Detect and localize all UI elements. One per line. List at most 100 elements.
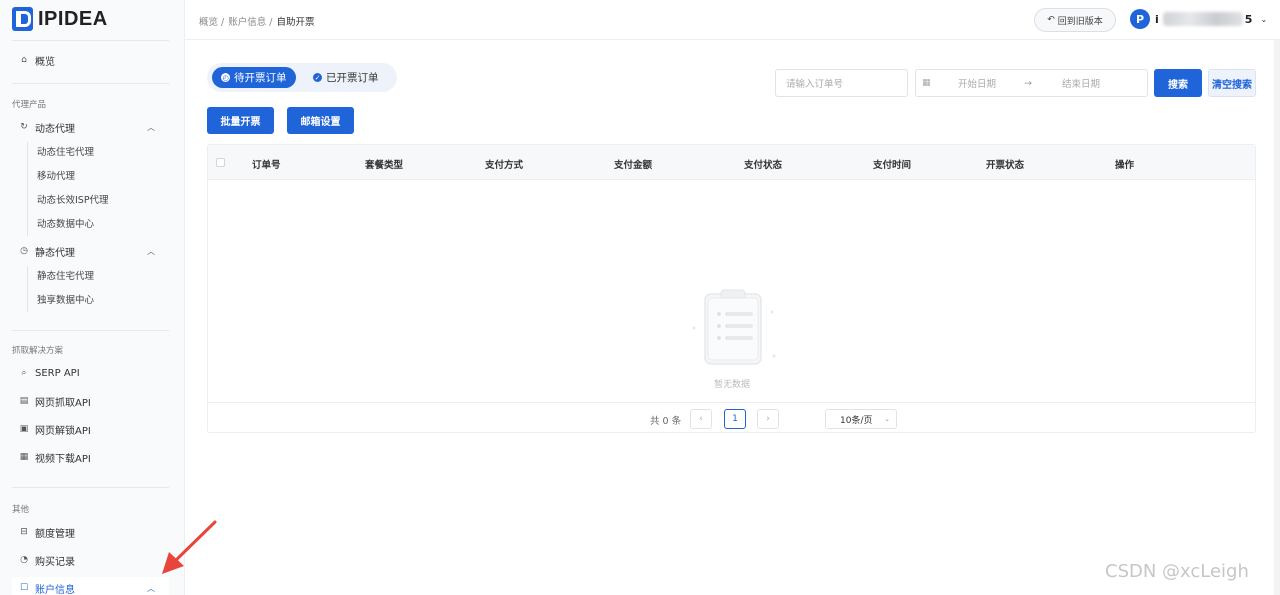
sidebar-item-label: 静态代理 bbox=[35, 247, 75, 259]
order-number-input[interactable]: 请输入订单号 bbox=[775, 69, 908, 97]
sidebar-subitem-dynamic-residential[interactable]: 动态住宅代理 bbox=[37, 144, 94, 162]
tab-label: 待开票订单 bbox=[234, 72, 287, 84]
refresh-icon: ↻ bbox=[20, 122, 28, 132]
sidebar-item-label: 概览 bbox=[35, 56, 55, 68]
sidebar-item-web-scraper-api[interactable]: ▤ 网页抓取API bbox=[12, 390, 169, 412]
order-number-placeholder: 请输入订单号 bbox=[786, 79, 844, 90]
sidebar-item-label: 购买记录 bbox=[35, 556, 75, 568]
check-icon: ✓ bbox=[313, 73, 322, 82]
sidebar-subitem-exclusive-datacenter[interactable]: 独享数据中心 bbox=[37, 292, 94, 310]
prev-page-button[interactable]: ‹ bbox=[690, 409, 712, 429]
chevron-up-icon: ︿ bbox=[147, 583, 155, 593]
total-count: 共 0 条 bbox=[650, 416, 682, 427]
top-bar: 概览 / 账户信息 / 自助开票 ↶ 回到旧版本 P i 5 ⌄ bbox=[185, 0, 1280, 40]
sidebar-item-label: 额度管理 bbox=[35, 528, 75, 540]
empty-clipboard-icon bbox=[692, 289, 776, 365]
sidebar-item-serp-api[interactable]: ⌕ SERP API bbox=[12, 362, 169, 384]
invoice-tabs: ◴ 待开票订单 ✓ 已开票订单 bbox=[207, 63, 397, 92]
page-size-value: 10条/页 bbox=[840, 415, 873, 426]
username-redacted bbox=[1162, 12, 1243, 26]
sidebar-item-label: 网页解锁API bbox=[35, 425, 91, 437]
chevron-up-icon: ︿ bbox=[147, 246, 155, 256]
sidebar-item-dynamic-proxy[interactable]: ↻ 动态代理 ︿ bbox=[12, 116, 169, 138]
page-size-select[interactable]: 10条/页 ⌄ bbox=[825, 409, 897, 429]
browser-icon: ▤ bbox=[19, 396, 29, 406]
app-root: IPIDEA ⌂ 概览 代理产品 ↻ 动态代理 ︿ 动态住宅代理 移动代理 动态… bbox=[0, 0, 1280, 595]
column-header-invoice-status: 开票状态 bbox=[986, 160, 1025, 171]
sidebar-item-label: 账户信息 bbox=[35, 584, 75, 595]
select-all-checkbox[interactable] bbox=[216, 158, 225, 167]
static-proxy-icon: ◷ bbox=[20, 246, 28, 256]
video-icon: ▦ bbox=[19, 452, 29, 462]
page-number-button[interactable]: 1 bbox=[724, 409, 746, 429]
username-suffix: 5 bbox=[1244, 12, 1253, 26]
start-date-input[interactable]: 开始日期 bbox=[958, 76, 996, 90]
divider bbox=[12, 83, 169, 84]
sidebar-item-static-proxy[interactable]: ◷ 静态代理 ︿ bbox=[12, 240, 169, 262]
back-to-old-version-button[interactable]: ↶ 回到旧版本 bbox=[1034, 8, 1116, 32]
divider bbox=[12, 330, 169, 331]
unlock-icon: ▣ bbox=[19, 424, 29, 434]
brand-logo[interactable]: IPIDEA bbox=[12, 7, 108, 31]
sidebar-item-web-unlocker-api[interactable]: ▣ 网页解锁API bbox=[12, 418, 169, 440]
sidebar-item-purchase-history[interactable]: ◔ 购买记录 bbox=[12, 549, 169, 571]
email-settings-button[interactable]: 邮箱设置 bbox=[287, 107, 354, 134]
sidebar-subitem-isp[interactable]: 动态长效ISP代理 bbox=[37, 192, 109, 210]
column-header-payment-method: 支付方式 bbox=[485, 160, 524, 171]
sidebar-item-overview[interactable]: ⌂ 概览 bbox=[12, 49, 169, 71]
end-date-input[interactable]: 结束日期 bbox=[1062, 76, 1100, 90]
submenu-line bbox=[27, 142, 28, 236]
username-prefix: i bbox=[1155, 12, 1159, 26]
divider bbox=[12, 40, 169, 41]
brand-name: IPIDEA bbox=[38, 7, 108, 30]
avatar: P bbox=[1130, 9, 1150, 29]
column-header-payment-amount: 支付金额 bbox=[614, 160, 653, 171]
section-label-scrape: 抓取解决方案 bbox=[12, 346, 64, 356]
annotation-arrow-icon bbox=[162, 520, 217, 574]
column-header-payment-status: 支付状态 bbox=[744, 160, 783, 171]
clock-icon: ◴ bbox=[221, 73, 230, 82]
batch-invoice-button[interactable]: 批量开票 bbox=[207, 107, 274, 134]
date-range-arrow: → bbox=[1024, 77, 1032, 89]
sidebar-item-video-download-api[interactable]: ▦ 视频下载API bbox=[12, 446, 169, 468]
page-scrollbar[interactable] bbox=[1274, 40, 1280, 595]
watermark: CSDN @xcLeigh bbox=[1105, 561, 1249, 582]
pagination: 共 0 条 ‹ 1 › 10条/页 ⌄ bbox=[208, 402, 1255, 433]
chevron-up-icon: ︿ bbox=[147, 122, 155, 132]
sidebar-item-label: 动态代理 bbox=[35, 123, 75, 135]
account-icon: ☐ bbox=[19, 583, 29, 593]
undo-icon: ↶ bbox=[1047, 15, 1055, 25]
search-button[interactable]: 搜索 bbox=[1154, 69, 1202, 97]
clock-icon: ◔ bbox=[20, 555, 28, 565]
next-page-button[interactable]: › bbox=[757, 409, 779, 429]
tab-label: 已开票订单 bbox=[326, 72, 379, 84]
table-header: 订单号 套餐类型 支付方式 支付金额 支付状态 支付时间 开票状态 操作 bbox=[208, 145, 1255, 180]
empty-state-text: 暂无数据 bbox=[714, 380, 751, 390]
sidebar-item-account-info[interactable]: ☐ 账户信息 ︿ bbox=[12, 577, 169, 595]
divider bbox=[12, 487, 169, 488]
sidebar-subitem-static-residential[interactable]: 静态住宅代理 bbox=[37, 268, 94, 286]
clear-search-button[interactable]: 清空搜索 bbox=[1208, 69, 1256, 97]
sidebar-subitem-datacenter[interactable]: 动态数据中心 bbox=[37, 216, 94, 234]
back-to-old-version-label: 回到旧版本 bbox=[1057, 16, 1103, 27]
section-label-proxy: 代理产品 bbox=[12, 100, 47, 110]
breadcrumb-overview[interactable]: 概览 / bbox=[199, 14, 224, 28]
quota-icon: ⊟ bbox=[20, 527, 28, 537]
sidebar-item-label: 网页抓取API bbox=[35, 397, 91, 409]
breadcrumb-current: 自助开票 bbox=[276, 17, 315, 28]
sidebar-subitem-mobile[interactable]: 移动代理 bbox=[37, 168, 75, 186]
breadcrumb-account-info[interactable]: 账户信息 / bbox=[228, 14, 272, 28]
user-menu[interactable]: P i 5 ⌄ bbox=[1130, 9, 1267, 29]
tab-pending-invoice[interactable]: ◴ 待开票订单 bbox=[212, 67, 296, 88]
date-range-picker[interactable]: ▦ 开始日期 → 结束日期 bbox=[915, 69, 1148, 97]
column-header-payment-time: 支付时间 bbox=[873, 160, 912, 171]
chevron-down-icon: ⌄ bbox=[1260, 14, 1268, 24]
sidebar-item-label: 视频下载API bbox=[35, 453, 91, 465]
search-icon: ⌕ bbox=[21, 368, 27, 378]
column-header-order-no: 订单号 bbox=[252, 160, 281, 171]
sidebar-item-quota[interactable]: ⊟ 额度管理 bbox=[12, 521, 169, 543]
tab-invoiced[interactable]: ✓ 已开票订单 bbox=[304, 67, 388, 88]
breadcrumb: 概览 / 账户信息 / 自助开票 bbox=[199, 14, 314, 28]
orders-table: 订单号 套餐类型 支付方式 支付金额 支付状态 支付时间 开票状态 操作 暂无数… bbox=[207, 144, 1256, 433]
logo-icon bbox=[12, 7, 33, 31]
